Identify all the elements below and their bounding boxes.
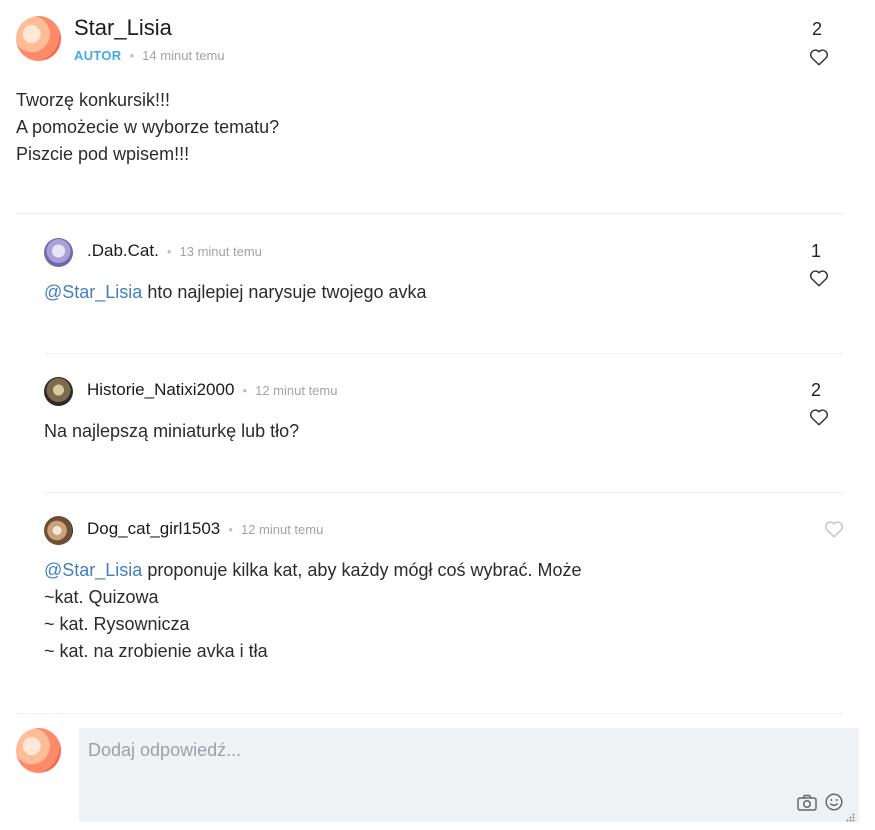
meta-separator: • xyxy=(163,244,176,259)
comment-line: @Star_Lisia proponuje kilka kat, aby każ… xyxy=(44,557,824,584)
comment-like-button[interactable] xyxy=(809,408,829,426)
comment-author-name[interactable]: Dog_cat_girl1503 xyxy=(87,519,220,538)
comment-author-name[interactable]: .Dab.Cat. xyxy=(87,241,159,260)
divider xyxy=(44,353,844,354)
post-author-name[interactable]: Star_Lisia xyxy=(74,15,172,41)
reply-box[interactable]: Dodaj odpowiedź... xyxy=(79,728,859,822)
meta-separator: • xyxy=(125,48,138,63)
meta-separator: • xyxy=(238,383,251,398)
resize-handle-icon[interactable] xyxy=(846,809,855,827)
comment-avatar[interactable] xyxy=(44,238,73,267)
post-line: A pomożecie w wyborze tematu? xyxy=(16,117,280,137)
mention-link[interactable]: @Star_Lisia xyxy=(44,282,142,302)
post-meta: AUTOR • 14 minut temu xyxy=(74,47,225,65)
post-time: 14 minut temu xyxy=(142,48,225,63)
camera-icon xyxy=(797,794,817,811)
divider xyxy=(44,492,844,493)
post-body: Tworzę konkursik!!! A pomożecie w wyborz… xyxy=(16,87,796,168)
comment-time: 12 minut temu xyxy=(255,383,338,398)
post-like-count: 2 xyxy=(811,19,822,39)
comment-time: 12 minut temu xyxy=(240,522,324,537)
comment-avatar[interactable] xyxy=(44,516,73,545)
emoji-button[interactable] xyxy=(825,793,843,816)
comment-line: ~ kat. na zrobienie avka i tła xyxy=(44,641,268,661)
meta-separator: • xyxy=(224,522,237,537)
comment-header: Historie_Natixi2000 • 12 minut temu xyxy=(87,380,337,400)
comment-text: hto najlepiej narysuje twojego avka xyxy=(142,282,427,302)
divider xyxy=(16,713,844,714)
comment-text: proponuje kilka kat, aby każdy mógł coś … xyxy=(142,560,582,580)
comment-line: ~ kat. Rysownicza xyxy=(44,614,190,634)
heart-icon xyxy=(809,49,829,66)
post-like-button[interactable] xyxy=(809,48,829,66)
post-line: Tworzę konkursik!!! xyxy=(16,90,171,110)
comment-like-count: 1 xyxy=(810,241,821,261)
comment-like-button[interactable] xyxy=(809,269,829,287)
heart-icon xyxy=(809,409,829,426)
camera-button[interactable] xyxy=(797,794,817,816)
comment-like-button[interactable] xyxy=(824,520,844,538)
comment-time: 13 minut temu xyxy=(179,244,262,259)
mention-link[interactable]: @Star_Lisia xyxy=(44,560,142,580)
heart-icon xyxy=(824,521,844,538)
comment-header: Dog_cat_girl1503 • 12 minut temu xyxy=(87,519,323,539)
comment-body: @Star_Lisia hto najlepiej narysuje twoje… xyxy=(44,279,784,306)
comment-like-count: 2 xyxy=(810,380,821,400)
reply-input[interactable]: Dodaj odpowiedź... xyxy=(88,740,241,761)
divider xyxy=(16,213,844,214)
author-badge: AUTOR xyxy=(74,48,122,63)
heart-icon xyxy=(809,270,829,287)
emoji-icon xyxy=(825,793,843,811)
post-line: Piszcie pod wpisem!!! xyxy=(16,144,190,164)
comment-header: .Dab.Cat. • 13 minut temu xyxy=(87,241,262,261)
post-author-avatar[interactable] xyxy=(16,16,61,61)
comment-line: ~kat. Quizowa xyxy=(44,587,159,607)
current-user-avatar xyxy=(16,728,61,773)
comment-author-name[interactable]: Historie_Natixi2000 xyxy=(87,380,234,399)
comment-body: @Star_Lisia proponuje kilka kat, aby każ… xyxy=(44,557,824,665)
comment-body: Na najlepszą miniaturkę lub tło? xyxy=(44,421,300,441)
comment-avatar[interactable] xyxy=(44,377,73,406)
